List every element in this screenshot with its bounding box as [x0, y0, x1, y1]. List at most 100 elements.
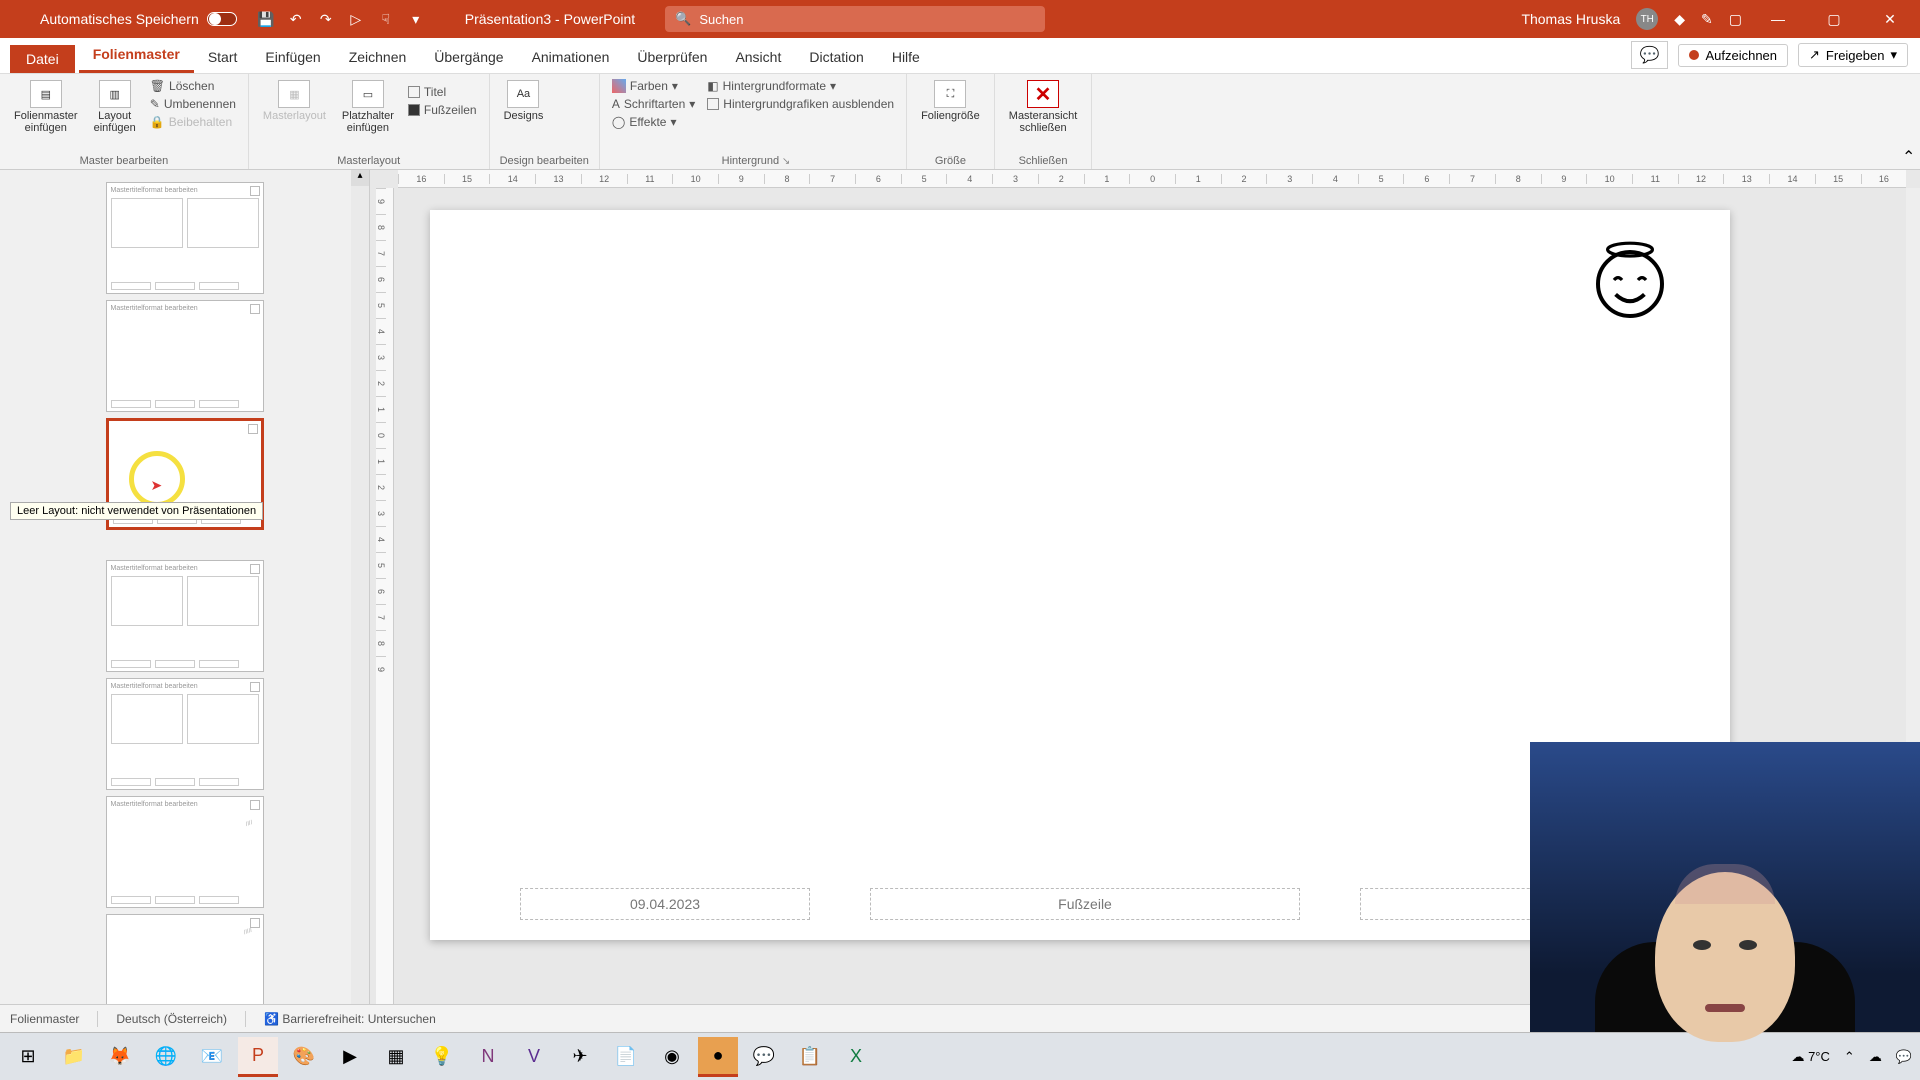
layout-thumb-6[interactable]: Mastertitelformat bearbeiten ////	[106, 796, 264, 908]
close-button[interactable]: ✕	[1870, 0, 1910, 38]
title-checkbox[interactable]: Titel	[406, 84, 479, 100]
checkbox-icon	[408, 104, 420, 116]
tab-start[interactable]: Start	[194, 41, 252, 73]
themes-button[interactable]: AaDesigns	[500, 78, 548, 124]
title-bar: Automatisches Speichern 💾 ↶ ↷ ▷ ☟ ▾ Präs…	[0, 0, 1920, 38]
excel-icon[interactable]: X	[836, 1037, 876, 1077]
pen-icon[interactable]: ✎	[1701, 11, 1713, 28]
group-groesse: Größe	[917, 155, 984, 167]
tab-dictation[interactable]: Dictation	[795, 41, 877, 73]
rename-layout-button[interactable]: ✎Umbenennen	[148, 96, 238, 112]
tab-hilfe[interactable]: Hilfe	[878, 41, 934, 73]
onenote-icon[interactable]: N	[468, 1037, 508, 1077]
smiley-shape[interactable]	[1590, 240, 1670, 320]
insert-slide-master-button[interactable]: ▤Folienmaster einfügen	[10, 78, 82, 136]
app-icon-2[interactable]: 💡	[422, 1037, 462, 1077]
comments-button[interactable]: 💬	[1631, 41, 1669, 69]
minimize-button[interactable]: —	[1758, 0, 1798, 38]
layout-thumb-1[interactable]: Mastertitelformat bearbeiten	[106, 182, 264, 294]
dialog-launcher-icon[interactable]: ↘	[779, 156, 790, 167]
layout-thumb-5[interactable]: Mastertitelformat bearbeiten	[106, 678, 264, 790]
footer-placeholder[interactable]: Fußzeile	[870, 888, 1300, 920]
paint-icon[interactable]: 🎨	[284, 1037, 324, 1077]
hide-bg-graphics-checkbox[interactable]: Hintergrundgrafiken ausblenden	[705, 96, 896, 112]
powerpoint-icon[interactable]: P	[238, 1037, 278, 1077]
layout-thumb-2[interactable]: Mastertitelformat bearbeiten	[106, 300, 264, 412]
share-button[interactable]: ↗Freigeben▾	[1798, 43, 1908, 67]
search-box[interactable]: 🔍 Suchen	[665, 6, 1045, 32]
group-hintergrund: Hintergrund ↘	[610, 155, 896, 167]
autosave-toggle[interactable]: Automatisches Speichern	[40, 11, 237, 27]
discord-icon[interactable]: 💬	[744, 1037, 784, 1077]
quick-access-toolbar: 💾 ↶ ↷ ▷ ☟ ▾	[257, 10, 425, 28]
thumb-close-icon	[250, 682, 260, 692]
ribbon-tabs: Datei Folienmaster Start Einfügen Zeichn…	[0, 38, 1920, 74]
colors-icon	[612, 79, 626, 93]
toggle-switch[interactable]	[207, 12, 237, 26]
start-button[interactable]: ⊞	[8, 1037, 48, 1077]
username-label[interactable]: Thomas Hruska	[1521, 11, 1620, 27]
colors-button[interactable]: Farben ▾	[610, 78, 697, 94]
record-button[interactable]: Aufzeichnen	[1678, 44, 1788, 67]
from-beginning-icon[interactable]: ▷	[347, 10, 365, 28]
vlc-icon[interactable]: ▶	[330, 1037, 370, 1077]
maximize-button[interactable]: ▢	[1814, 0, 1854, 38]
background-styles-button[interactable]: ◧Hintergrundformate ▾	[705, 78, 896, 94]
tab-ueberpruefen[interactable]: Überprüfen	[623, 41, 721, 73]
close-icon: ✕	[1027, 80, 1059, 108]
touch-mode-icon[interactable]: ☟	[377, 10, 395, 28]
tab-uebergaenge[interactable]: Übergänge	[420, 41, 517, 73]
thumb-scrollbar[interactable]: ▴ ▾	[351, 170, 369, 1050]
close-master-view-button[interactable]: ✕Masteransicht schließen	[1005, 78, 1081, 136]
telegram-icon[interactable]: ✈	[560, 1037, 600, 1077]
undo-icon[interactable]: ↶	[287, 10, 305, 28]
window-icon[interactable]: ▢	[1729, 11, 1742, 28]
insert-layout-button[interactable]: ▥Layout einfügen	[90, 78, 140, 136]
visual-studio-icon[interactable]: V	[514, 1037, 554, 1077]
chrome-icon[interactable]: 🌐	[146, 1037, 186, 1077]
preserve-icon: 🔒	[150, 115, 165, 129]
effects-icon: ◯	[612, 115, 625, 129]
tab-einfuegen[interactable]: Einfügen	[251, 41, 334, 73]
app-icon-3[interactable]: 📋	[790, 1037, 830, 1077]
tray-chevron-icon[interactable]: ⌃	[1844, 1049, 1855, 1065]
save-icon[interactable]: 💾	[257, 10, 275, 28]
status-accessibility[interactable]: ♿ Barrierefreiheit: Untersuchen	[264, 1012, 436, 1026]
chat-tray-icon[interactable]: 💬	[1896, 1049, 1912, 1065]
tab-animationen[interactable]: Animationen	[518, 41, 624, 73]
weather-widget[interactable]: ☁ 7°C	[1791, 1049, 1829, 1065]
date-placeholder[interactable]: 09.04.2023	[520, 888, 810, 920]
insert-placeholder-button[interactable]: ▭Platzhalter einfügen	[338, 78, 398, 136]
outlook-icon[interactable]: 📧	[192, 1037, 232, 1077]
firefox-icon[interactable]: 🦊	[100, 1037, 140, 1077]
qat-more-icon[interactable]: ▾	[407, 10, 425, 28]
diamond-icon[interactable]: ◆	[1674, 11, 1685, 28]
avatar[interactable]: TH	[1636, 8, 1658, 30]
windows-taskbar: ⊞ 📁 🦊 🌐 📧 P 🎨 ▶ ▦ 💡 N V ✈ 📄 ◉ ● 💬 📋 X ☁ …	[0, 1032, 1920, 1080]
tab-folienmaster[interactable]: Folienmaster	[79, 38, 194, 73]
obs-icon[interactable]: ◉	[652, 1037, 692, 1077]
rename-icon: ✎	[150, 97, 160, 111]
thumbnail-pane[interactable]: Mastertitelformat bearbeiten Mastertitel…	[0, 170, 370, 1050]
fonts-button[interactable]: ASchriftarten ▾	[610, 96, 697, 112]
slide-size-button[interactable]: ⛶Foliengröße	[917, 78, 984, 124]
recording-app-icon[interactable]: ●	[698, 1037, 738, 1077]
pdf-icon[interactable]: 📄	[606, 1037, 646, 1077]
tab-zeichnen[interactable]: Zeichnen	[335, 41, 421, 73]
ribbon-collapse-button[interactable]: ⌃	[1902, 74, 1920, 169]
status-language[interactable]: Deutsch (Österreich)	[116, 1012, 227, 1026]
delete-layout-button[interactable]: 🗑Löschen	[148, 78, 238, 94]
tab-ansicht[interactable]: Ansicht	[721, 41, 795, 73]
redo-icon[interactable]: ↷	[317, 10, 335, 28]
scroll-up-icon[interactable]: ▴	[351, 170, 369, 186]
app-icon-1[interactable]: ▦	[376, 1037, 416, 1077]
tab-datei[interactable]: Datei	[10, 45, 75, 73]
file-explorer-icon[interactable]: 📁	[54, 1037, 94, 1077]
footers-checkbox[interactable]: Fußzeilen	[406, 102, 479, 118]
onedrive-tray-icon[interactable]: ☁	[1869, 1049, 1882, 1065]
effects-button[interactable]: ◯Effekte ▾	[610, 114, 697, 130]
layout-thumb-4[interactable]: Mastertitelformat bearbeiten	[106, 560, 264, 672]
vertical-ruler: 9876543210123456789	[376, 188, 394, 1042]
master-layout-button: ▦Masterlayout	[259, 78, 330, 124]
thumb-close-icon	[250, 564, 260, 574]
